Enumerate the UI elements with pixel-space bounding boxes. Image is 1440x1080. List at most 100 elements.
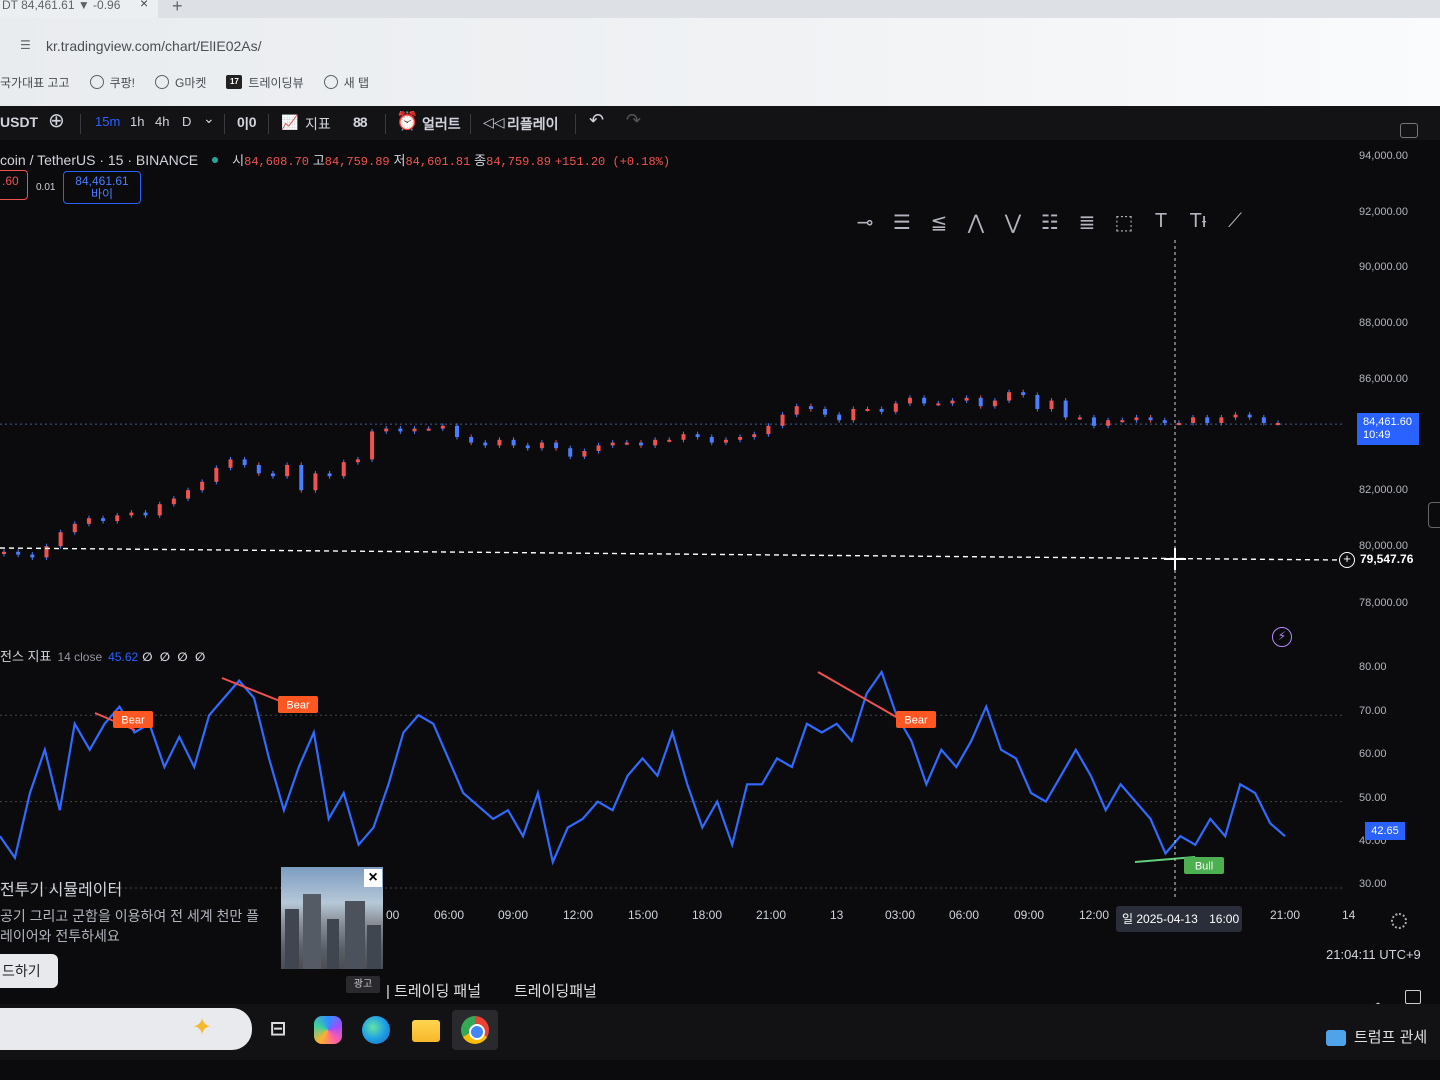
candle-body: [412, 428, 417, 432]
candle-body: [1205, 417, 1210, 423]
candle-body: [766, 425, 771, 435]
candle-body: [214, 467, 219, 482]
price-tick: 94,000.00: [1359, 150, 1408, 162]
rsi-tick: 30.00: [1359, 878, 1387, 890]
candle-body: [186, 490, 191, 499]
candle-body: [865, 409, 870, 411]
candle-body: [723, 439, 728, 443]
candle-body: [469, 437, 474, 443]
ad-building: [367, 925, 381, 969]
price-tick: 90,000.00: [1359, 261, 1408, 273]
time-tick: 00: [386, 908, 400, 922]
price-tick: 82,000.00: [1359, 484, 1408, 496]
candle-body: [2, 551, 6, 555]
ad-label: 광고: [346, 976, 380, 993]
candle-body: [1077, 417, 1082, 420]
time-tick: 06:00: [949, 908, 980, 922]
news-headline: 트럼프 관세: [1354, 1029, 1428, 1046]
divergence-line: [817, 671, 906, 723]
time-tick: 18:00: [692, 908, 723, 922]
candle-body: [1176, 423, 1181, 425]
candle-body: [936, 403, 941, 406]
news-icon: [1326, 1030, 1346, 1047]
candle-body: [1134, 417, 1139, 421]
lightning-icon[interactable]: ⚡: [1272, 627, 1292, 647]
candle-body: [851, 409, 856, 421]
side-panel-toggle[interactable]: [1428, 502, 1440, 528]
rsi-pane[interactable]: Bear Bear Bear Bull: [0, 669, 1345, 889]
price-tick: 86,000.00: [1359, 373, 1408, 385]
candle-body: [568, 448, 573, 457]
price-tick: 78,000.00: [1359, 597, 1408, 609]
candle-body: [752, 434, 757, 437]
candle-body: [341, 462, 346, 477]
ad-cta-button[interactable]: 드하기: [0, 954, 58, 988]
last-price-value: 84,461.60: [1363, 416, 1412, 428]
chart-canvas[interactable]: Bear Bear Bear Bull: [0, 0, 1440, 900]
candle-body: [667, 439, 672, 442]
taskbar-search-box[interactable]: [0, 1008, 252, 1050]
trading-panel-tab-2[interactable]: 트레이딩패널: [514, 980, 597, 1001]
rsi-tick: 80.00: [1359, 661, 1387, 673]
trading-panel-tab[interactable]: | 트레이딩 패널: [386, 980, 481, 1001]
time-tick: 21:00: [1270, 908, 1301, 922]
time-tick: 12:00: [563, 908, 594, 922]
candle-body: [1191, 417, 1196, 423]
candle-body: [922, 397, 927, 404]
ad-close-icon[interactable]: ×: [364, 869, 382, 887]
rsi-tick: 50.00: [1359, 792, 1387, 804]
candle-body: [738, 437, 743, 440]
candle-body: [780, 414, 785, 426]
timezone-clock[interactable]: 21:04:11 UTC+9: [1326, 947, 1421, 962]
rsi-tick: 70.00: [1359, 705, 1387, 717]
maximize-icon[interactable]: [1405, 990, 1421, 1004]
candle-body: [171, 498, 176, 505]
candle-body: [907, 397, 912, 404]
candle-body: [964, 397, 969, 401]
crosshair-price-label: 79,547.76: [1360, 552, 1414, 566]
candle-body: [992, 400, 997, 407]
news-widget[interactable]: 트럼프 관세: [1326, 1026, 1427, 1047]
edge-browser-icon[interactable]: [362, 1016, 390, 1044]
bear-divergence-label: Bear: [286, 700, 310, 712]
candle-body: [299, 465, 304, 491]
rsi-na-values: ∅ ∅ ∅ ∅: [142, 650, 208, 664]
add-alert-plus-icon[interactable]: +: [1339, 552, 1355, 568]
rsi-legend[interactable]: 전스 지표 14 close 45.62 ∅ ∅ ∅ ∅: [0, 646, 207, 665]
file-explorer-icon[interactable]: [412, 1020, 440, 1042]
crosshair-date: 일 2025-04-13: [1122, 912, 1198, 926]
candle-body: [1091, 417, 1096, 426]
task-view-icon[interactable]: ⊟: [264, 1016, 292, 1044]
candle-body: [440, 425, 445, 429]
candle-body: [695, 434, 700, 437]
candle-body: [1219, 417, 1224, 423]
price-scale[interactable]: 94,000.00 92,000.00 90,000.00 88,000.00 …: [1345, 140, 1440, 890]
candle-body: [157, 504, 162, 516]
time-tick: 06:00: [434, 908, 465, 922]
gear-icon[interactable]: [1391, 913, 1407, 929]
candle-body: [681, 434, 686, 440]
candle-body: [525, 445, 530, 449]
candle-body: [101, 518, 106, 521]
candle-body: [497, 439, 502, 446]
candle-body: [823, 409, 828, 415]
price-tick: 80,000.00: [1359, 540, 1408, 552]
chrome-icon[interactable]: [461, 1016, 489, 1044]
rsi-name: 전스 지표: [0, 649, 52, 664]
price-pane[interactable]: [0, 389, 1345, 560]
candle-body: [426, 428, 431, 431]
candle-body: [1063, 400, 1068, 418]
scale-settings-icon[interactable]: [1400, 123, 1418, 138]
copilot-icon[interactable]: [314, 1016, 342, 1044]
candle-body: [610, 442, 615, 446]
sparkle-icon[interactable]: ✦: [192, 1013, 212, 1042]
candle-body: [1049, 400, 1054, 409]
ad-title[interactable]: 전투기 시뮬레이터: [0, 876, 122, 900]
candle-body: [384, 428, 389, 432]
candle-body: [879, 409, 884, 412]
rsi-current-badge: 42.65: [1365, 822, 1405, 840]
candle-body: [978, 397, 983, 407]
ad-building: [345, 901, 365, 969]
ad-body: 공기 그리고 군함을 이용하여 전 세계 천만 플레이어와 전투하세요: [0, 908, 260, 944]
price-tick: 92,000.00: [1359, 206, 1408, 218]
